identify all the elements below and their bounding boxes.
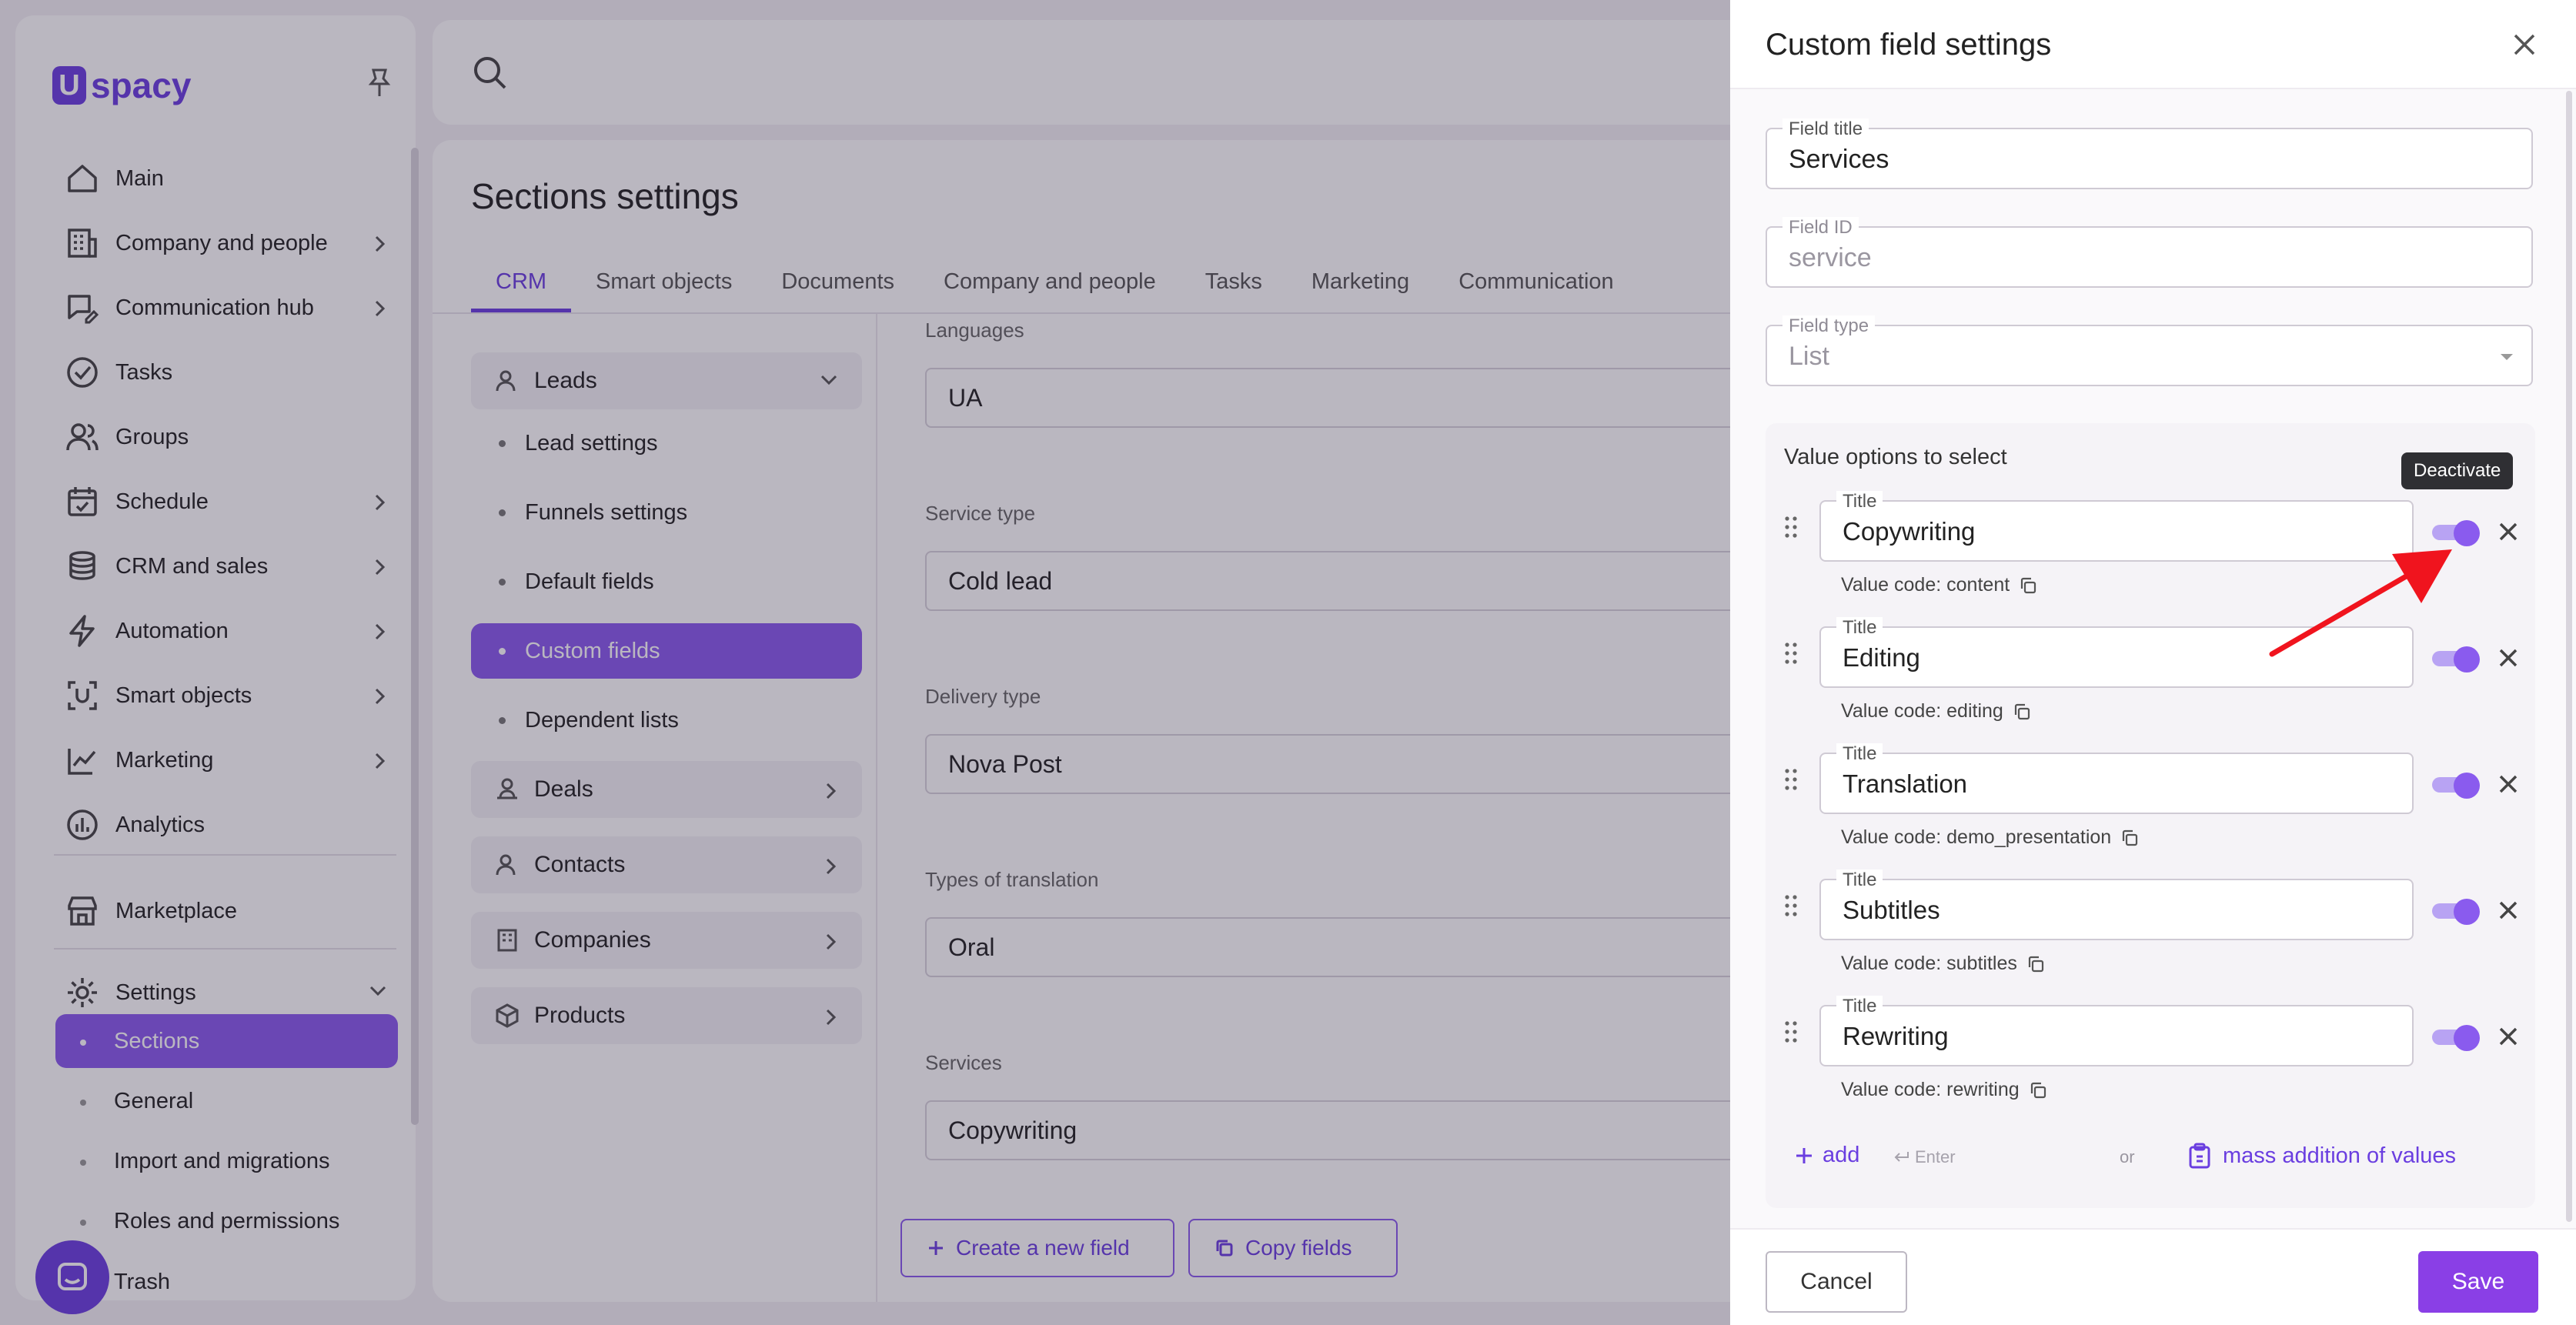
value-code: Value code: content (1841, 574, 2037, 596)
field-id-value: service (1789, 243, 1872, 272)
add-value-button[interactable]: add (1793, 1143, 1859, 1168)
drag-handle-icon[interactable] (1784, 1020, 1798, 1043)
modal-backdrop[interactable] (0, 0, 1730, 1325)
enter-hint: Enter (1893, 1147, 1956, 1167)
remove-icon[interactable] (2495, 1023, 2521, 1050)
value-code-text: Value code: subtitles (1841, 953, 2017, 974)
remove-icon[interactable] (2495, 519, 2521, 545)
cancel-button[interactable]: Cancel (1766, 1251, 1907, 1313)
field-title-value: Services (1789, 145, 1889, 174)
save-button[interactable]: Save (2418, 1251, 2538, 1313)
copy-icon[interactable] (2013, 703, 2031, 721)
value-code-text: Value code: content (1841, 574, 2010, 596)
value-option-title-value: Subtitles (1843, 896, 1940, 924)
or-separator: or (2120, 1147, 2135, 1166)
value-option-active-toggle[interactable] (2432, 773, 2480, 799)
enter-key-icon (1894, 1152, 1909, 1162)
value-option-title-label: Title (1836, 491, 1883, 512)
value-option-active-toggle[interactable] (2432, 899, 2480, 925)
value-option-row: Title Rewriting Value code: rewriting (1766, 990, 2535, 1116)
value-option-title-label: Title (1836, 617, 1883, 639)
close-icon[interactable] (2508, 28, 2541, 62)
value-option-title-value: Editing (1843, 643, 1920, 672)
deactivate-tooltip: Deactivate (2401, 452, 2514, 489)
remove-icon[interactable] (2495, 897, 2521, 923)
value-code-text: Value code: editing (1841, 700, 2003, 722)
mass-addition-button[interactable]: mass addition of values (2187, 1143, 2456, 1169)
drawer-title: Custom field settings (1766, 28, 2052, 62)
drawer-scrollbar[interactable] (2566, 91, 2572, 1222)
value-code: Value code: demo_presentation (1841, 826, 2139, 849)
copy-icon[interactable] (2120, 829, 2139, 847)
copy-icon[interactable] (2019, 576, 2037, 595)
field-title-label: Field title (1782, 118, 1869, 140)
value-option-title-value: Copywriting (1843, 517, 1976, 546)
remove-icon[interactable] (2495, 645, 2521, 671)
drawer-header: Custom field settings (1730, 0, 2576, 89)
value-option-title-input[interactable]: Title Subtitles (1819, 869, 2414, 940)
copy-icon[interactable] (2029, 1081, 2047, 1100)
drag-handle-icon[interactable] (1784, 516, 1798, 539)
drag-handle-icon[interactable] (1784, 642, 1798, 665)
annotation-arrow-icon (2261, 539, 2461, 662)
field-id-label: Field ID (1782, 217, 1859, 239)
drawer-footer: Cancel Save (1730, 1228, 2576, 1325)
value-option-row: Title Translation Value code: demo_present… (1766, 737, 2535, 863)
value-option-title-input[interactable]: Title Rewriting (1819, 996, 2414, 1066)
custom-field-settings-drawer: Custom field settings Field title Servic… (1730, 0, 2576, 1325)
clipboard-icon (2189, 1143, 2210, 1169)
caret-down-icon (2499, 352, 2514, 362)
value-option-title-input[interactable]: Title Translation (1819, 743, 2414, 814)
add-values-row: add Enter or mass addition of values (1793, 1135, 2517, 1178)
value-option-title-value: Rewriting (1843, 1022, 1949, 1050)
drag-handle-icon[interactable] (1784, 894, 1798, 917)
value-code-text: Value code: rewriting (1841, 1079, 2020, 1100)
remove-icon[interactable] (2495, 771, 2521, 797)
value-option-title-label: Title (1836, 996, 1883, 1017)
value-option-title-value: Translation (1843, 769, 1968, 798)
value-option-title-label: Title (1836, 743, 1883, 765)
plus-icon (1796, 1147, 1812, 1163)
value-code: Value code: rewriting (1841, 1079, 2047, 1101)
field-type-select: Field type List (1766, 315, 2533, 386)
value-code: Value code: subtitles (1841, 953, 2045, 975)
drag-handle-icon[interactable] (1784, 768, 1798, 791)
value-code-text: Value code: demo_presentation (1841, 826, 2112, 848)
value-option-row: Title Subtitles Value code: subtitles (1766, 863, 2535, 990)
copy-icon[interactable] (2026, 955, 2045, 973)
field-title-input[interactable]: Field title Services (1766, 118, 2533, 189)
field-id-input: Field ID service (1766, 217, 2533, 288)
value-option-active-toggle[interactable] (2432, 1025, 2480, 1051)
value-option-title-label: Title (1836, 869, 1883, 891)
field-type-label: Field type (1782, 315, 1876, 337)
value-code: Value code: editing (1841, 700, 2031, 723)
field-type-value: List (1789, 342, 1829, 371)
value-options-title: Value options to select (1784, 445, 2007, 469)
